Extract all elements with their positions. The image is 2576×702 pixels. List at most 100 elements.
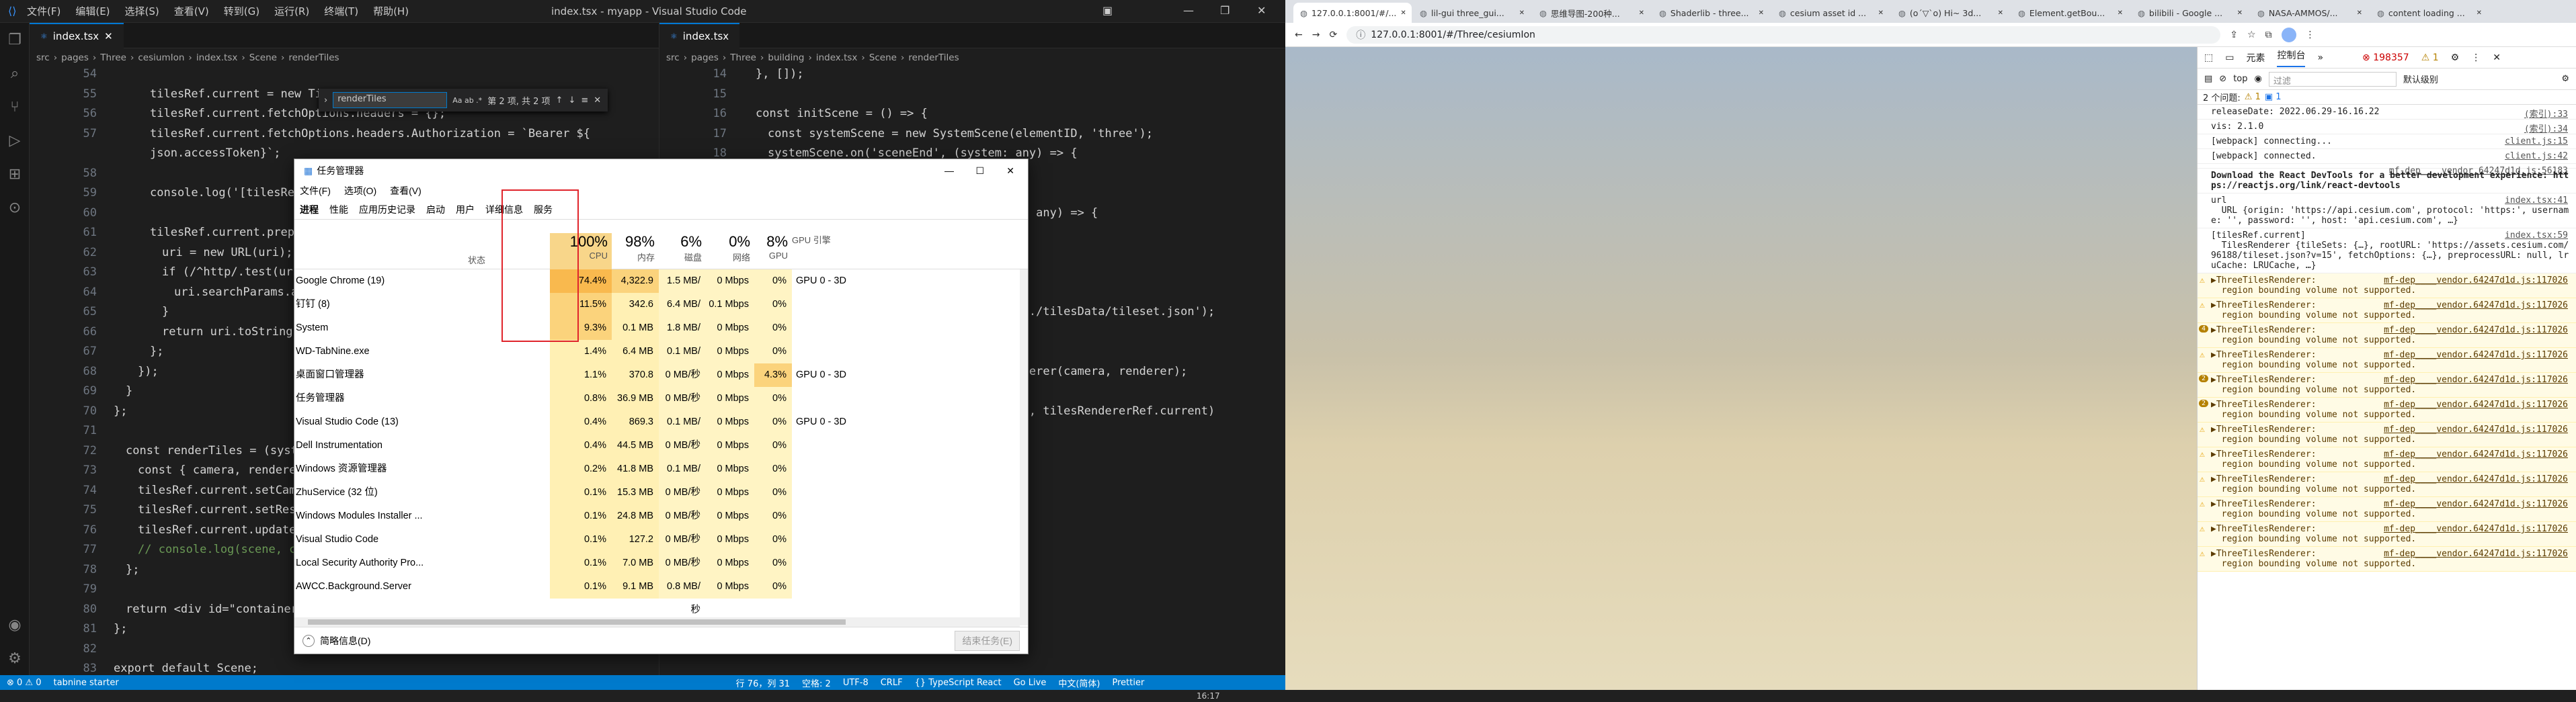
close-tab-icon[interactable]: ✕ bbox=[2237, 9, 2243, 17]
close-tab-icon[interactable]: ✕ bbox=[1878, 9, 1884, 17]
breadcrumb-item[interactable]: index.tsx bbox=[816, 52, 858, 63]
browser-tab[interactable]: ◍ Shaderlib - three... ✕ bbox=[1652, 3, 1771, 23]
source-link[interactable]: mf-dep____vendor.64247d1d.js:117026 bbox=[2384, 499, 2568, 509]
browser-tab[interactable]: ◍ Element.getBou... ✕ bbox=[2011, 3, 2130, 23]
device-toggle-icon[interactable]: ▭ bbox=[2225, 52, 2234, 63]
breadcrumb-item[interactable]: src bbox=[666, 52, 680, 63]
issue-info-count[interactable]: ▣ 1 bbox=[2265, 92, 2282, 102]
breadcrumb-item[interactable]: index.tsx bbox=[196, 52, 238, 63]
process-row[interactable]: WD-TabNine.exe 1.4%6.4 MB0.1 MB/秒0 Mbps0% bbox=[294, 340, 1020, 380]
process-row[interactable]: 桌面窗口管理器 1.1%370.8 MB0 MB/秒0 Mbps4.3% GPU 0… bbox=[294, 363, 1020, 404]
devtools-menu-icon[interactable]: ⋮ bbox=[2471, 52, 2481, 63]
minimize-button[interactable]: — bbox=[944, 165, 954, 176]
process-row[interactable]: Dell Instrumentation 0.4% 44.5 MB 0 MB/秒 0 M… bbox=[294, 434, 1020, 457]
process-row[interactable]: 钉钉 (8)11.5%342.6 MB6.4 MB/秒0.1 Mbps0% bbox=[294, 293, 1020, 333]
breadcrumb-item[interactable]: Scene bbox=[869, 52, 897, 63]
status-item[interactable]: CRLF bbox=[881, 678, 903, 688]
close-tab-icon[interactable]: ✕ bbox=[1639, 9, 1644, 17]
next-match-icon[interactable]: ↓ bbox=[568, 95, 575, 105]
warning-count-badge[interactable]: ⚠ 1 bbox=[2421, 52, 2439, 63]
menu-item[interactable]: 选择(S) bbox=[125, 4, 159, 18]
status-item[interactable]: 行 76，列 31 bbox=[736, 676, 790, 689]
console-filter-input[interactable]: 过滤 bbox=[2268, 71, 2397, 87]
breadcrumb-item[interactable]: cesiumIon bbox=[138, 52, 184, 63]
share-icon[interactable]: ⇪ bbox=[2230, 30, 2238, 40]
menu-item[interactable]: 运行(R) bbox=[274, 4, 309, 18]
source-link[interactable]: mf-dep____vendor.64247d1d.js:117026 bbox=[2384, 275, 2568, 286]
end-task-button[interactable]: 结束任务(E) bbox=[955, 630, 1020, 651]
source-link[interactable]: mf-dep____vendor.64247d1d.js:117026 bbox=[2384, 375, 2568, 385]
close-tab-icon[interactable]: ✕ bbox=[1759, 9, 1764, 17]
expand-replace-icon[interactable]: › bbox=[324, 95, 327, 105]
status-item[interactable]: UTF-8 bbox=[843, 678, 869, 688]
status-item[interactable]: tabnine starter bbox=[54, 678, 119, 688]
sidebar-toggle-icon[interactable]: ▤ bbox=[2204, 74, 2212, 84]
source-link[interactable]: mf-dep____vendor.64247d1d.js:117026 bbox=[2384, 474, 2568, 484]
log-level-select[interactable]: 默认级别 bbox=[2403, 73, 2438, 85]
remote-icon[interactable]: ⊙ bbox=[0, 191, 30, 224]
minimize-button[interactable]: — bbox=[1183, 4, 1194, 17]
source-link[interactable]: (索引):34 bbox=[2524, 122, 2568, 134]
close-tab-icon[interactable]: ✕ bbox=[1998, 9, 2003, 17]
source-link[interactable]: mf-dep____vendor.64247d1d.js:117026 bbox=[2384, 449, 2568, 459]
close-tab-icon[interactable]: ✕ bbox=[2357, 9, 2362, 17]
back-icon[interactable]: ← bbox=[1295, 30, 1303, 40]
devtools-settings-icon[interactable]: ⚙ bbox=[2451, 52, 2460, 63]
source-link[interactable]: index.tsx:59 bbox=[2505, 230, 2568, 240]
menu-item[interactable]: 查看(V) bbox=[174, 4, 209, 18]
source-link[interactable]: client.js:42 bbox=[2505, 151, 2568, 161]
column-header[interactable]: 98% 内存 bbox=[612, 233, 659, 263]
column-header[interactable]: 8% GPU bbox=[754, 233, 792, 261]
status-item[interactable]: {} TypeScript React bbox=[915, 678, 1002, 688]
close-button[interactable]: ✕ bbox=[1006, 165, 1014, 177]
more-tabs-icon[interactable]: » bbox=[2317, 52, 2323, 63]
close-find-icon[interactable]: ✕ bbox=[594, 95, 601, 105]
eye-icon[interactable]: ◉ bbox=[2255, 74, 2262, 84]
process-row[interactable]: Local Security Authority Pro... 0.1% 7.0 M… bbox=[294, 552, 1020, 575]
source-link[interactable]: (索引):33 bbox=[2524, 107, 2568, 120]
menu-item[interactable]: 文件(F) bbox=[27, 4, 61, 18]
close-tab-icon[interactable]: ✕ bbox=[104, 30, 113, 42]
tm-menu-item[interactable]: 文件(F) bbox=[300, 184, 331, 198]
source-link[interactable]: mf-dep____vendor.64247d1d.js:117026 bbox=[2384, 549, 2568, 559]
tm-menu-item[interactable]: 查看(V) bbox=[390, 184, 421, 198]
browser-tab[interactable]: ◍ cesium asset id ... ✕ bbox=[1772, 3, 1890, 23]
menu-item[interactable]: 终端(T) bbox=[324, 4, 358, 18]
tm-tab[interactable]: 性能 bbox=[329, 203, 348, 216]
error-count-badge[interactable]: ⊗ 198357 bbox=[2362, 52, 2409, 63]
issue-warning-count[interactable]: ⚠ 1 bbox=[2245, 92, 2261, 102]
process-row[interactable]: AWCC.Background.Server 0.1% 9.1 MB 0.8 MB/秒… bbox=[294, 575, 1020, 615]
browser-tab[interactable]: ◍ 思维导图-200种... ✕ bbox=[1533, 3, 1651, 23]
status-item[interactable]: 中文(简体) bbox=[1058, 676, 1100, 689]
inspect-icon[interactable]: ⬚ bbox=[2204, 52, 2213, 63]
source-link[interactable]: mf-dep____vendor.64247d1d.js:117026 bbox=[2384, 325, 2568, 335]
close-button[interactable]: ✕ bbox=[1257, 4, 1266, 17]
process-row[interactable]: System9.3%0.1 MB1.8 MB/秒0 Mbps0% bbox=[294, 316, 1020, 357]
forward-icon[interactable]: → bbox=[1312, 30, 1320, 40]
source-link[interactable]: mf-dep____vendor.64247d1d.js:117026 bbox=[2384, 524, 2568, 534]
breadcrumb-item[interactable]: renderTiles bbox=[908, 52, 959, 63]
process-row[interactable]: Windows Modules Installer ... 0.1% 24.8 MB… bbox=[294, 504, 1020, 528]
close-tab-icon[interactable]: ✕ bbox=[2477, 9, 2482, 17]
menu-item[interactable]: 帮助(H) bbox=[373, 4, 409, 18]
cesium-viewport[interactable] bbox=[1285, 47, 2197, 690]
status-item[interactable]: Go Live bbox=[1014, 678, 1047, 688]
browser-tab[interactable]: ◍ NASA-AMMOS/... ✕ bbox=[2251, 3, 2369, 23]
tm-tab[interactable]: 应用历史记录 bbox=[359, 203, 415, 216]
browser-tab[interactable]: ◍ bilibili - Google ... ✕ bbox=[2131, 3, 2249, 23]
find-options[interactable]: Aa ab .* bbox=[452, 96, 482, 105]
breadcrumb-item[interactable]: pages bbox=[691, 52, 719, 63]
process-row[interactable]: Windows 资源管理器 0.2%41.8 MB0.1 MB/秒0 Mbps0% bbox=[294, 457, 1020, 498]
tm-tab[interactable]: 进程 bbox=[300, 203, 319, 216]
account-icon[interactable]: ◉ bbox=[0, 608, 30, 642]
address-bar[interactable]: ⓘ 127.0.0.1:8001/#/Three/cesiumIon bbox=[1346, 26, 2221, 44]
source-link[interactable]: mf-dep____vendor.64247d1d.js:117026 bbox=[2384, 300, 2568, 310]
breadcrumb-item[interactable]: renderTiles bbox=[288, 52, 339, 63]
process-row[interactable]: ZhuService (32 位) 0.1% 15.3 MB 0 MB/秒 0 Mbps… bbox=[294, 481, 1020, 504]
column-header[interactable]: 6% 磁盘 bbox=[659, 233, 706, 263]
reload-icon[interactable]: ⟳ bbox=[1329, 30, 1337, 40]
browser-tab[interactable]: ◍ 127.0.0.1:8001/#/... ✕ bbox=[1293, 3, 1412, 23]
browser-tab[interactable]: ◍ lil-gui three_gui... ✕ bbox=[1413, 3, 1531, 23]
console-settings-icon[interactable]: ⚙ bbox=[2561, 74, 2569, 84]
column-header[interactable]: 状态 bbox=[449, 253, 489, 266]
